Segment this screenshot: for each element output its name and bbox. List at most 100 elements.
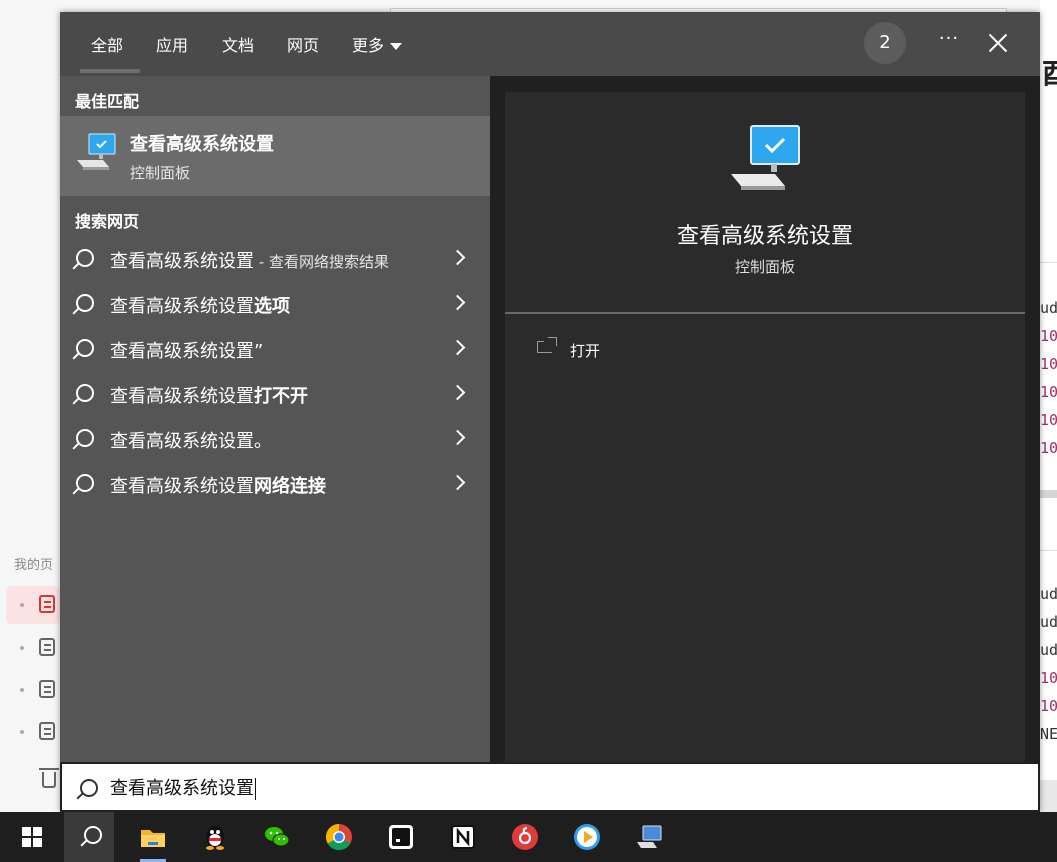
page-icon	[39, 680, 55, 698]
start-button[interactable]	[4, 812, 54, 862]
search-icon	[80, 779, 98, 797]
code-line: 10	[1040, 355, 1057, 373]
background-code-block: ud ud ud 10 10 NE	[1040, 550, 1057, 781]
background-code-block: ud 10 10 10 10 10	[1040, 262, 1057, 493]
background-page-item[interactable]	[6, 586, 60, 624]
page-icon	[39, 638, 55, 656]
search-icon	[76, 339, 94, 357]
search-icon	[76, 249, 94, 267]
play-icon	[574, 824, 600, 850]
chevron-right-icon	[449, 384, 466, 401]
web-suggestion[interactable]: 查看高级系统设置选项	[60, 283, 490, 325]
text-cursor	[255, 778, 256, 800]
chevron-right-icon	[449, 339, 466, 356]
open-action[interactable]: 打开	[505, 332, 1025, 368]
notion-icon	[451, 825, 475, 849]
search-button[interactable]	[64, 812, 114, 862]
best-match-heading: 最佳匹配	[75, 92, 140, 111]
wechat[interactable]	[252, 812, 302, 862]
file-explorer[interactable]	[128, 812, 178, 862]
background-editor-edge: 酉 ud 10 10 10 10 10 ud ud ud 10 10 NE	[1040, 0, 1057, 812]
suggestion-text: 查看高级系统设置。	[110, 431, 272, 452]
background-section-label: 我的页	[14, 558, 54, 573]
chevron-right-icon	[449, 249, 466, 266]
chevron-right-icon	[449, 474, 466, 491]
trash-icon[interactable]	[39, 768, 59, 788]
chrome[interactable]	[314, 812, 364, 862]
folder-icon	[141, 830, 165, 847]
web-suggestion[interactable]: 查看高级系统设置网络连接	[60, 463, 490, 505]
ellipsis-icon[interactable]: ···	[936, 26, 962, 52]
code-line: 10	[1040, 411, 1057, 429]
search-icon	[76, 429, 94, 447]
search-icon	[76, 294, 94, 312]
preview-pane: 查看高级系统设置 控制面板 打开	[505, 92, 1025, 762]
wechat-icon	[265, 827, 290, 847]
code-line: NE	[1040, 725, 1057, 743]
web-suggestion[interactable]: 查看高级系统设置 - 查看网络搜索结果	[60, 238, 490, 280]
search-panel: 全部 应用 文档 网页 更多 2 ··· 最佳匹配 查看高级系统设置 控制面板 …	[60, 12, 1040, 812]
tab-label: 网页	[287, 36, 320, 55]
tab-label: 应用	[156, 36, 189, 55]
background-page-item[interactable]	[6, 629, 60, 667]
close-icon[interactable]	[985, 30, 1011, 56]
terminal-icon	[389, 825, 413, 849]
best-match-item[interactable]: 查看高级系统设置 控制面板	[60, 116, 490, 196]
web-suggestion[interactable]: 查看高级系统设置打不开	[60, 373, 490, 415]
netease-music[interactable]	[500, 812, 550, 862]
tab-label: 更多	[352, 36, 385, 55]
monitor-icon	[637, 825, 662, 848]
penguin-icon	[206, 826, 224, 850]
rewards-badge[interactable]: 2	[864, 22, 906, 64]
search-tabs-bar: 全部 应用 文档 网页 更多 2 ···	[60, 12, 1040, 76]
open-action-label: 打开	[570, 342, 601, 360]
web-suggestion[interactable]: 查看高级系统设置”	[60, 328, 490, 370]
music-icon	[512, 824, 538, 850]
code-line: ud	[1040, 299, 1057, 317]
page-icon	[39, 595, 55, 613]
best-match-title: 查看高级系统设置	[130, 134, 274, 155]
best-match-subtitle: 控制面板	[130, 164, 191, 182]
suggestion-text: 查看高级系统设置网络连接	[110, 476, 326, 497]
background-sidebar: 我的页	[0, 540, 60, 812]
tab-label: 文档	[222, 36, 255, 55]
computer-monitor-icon	[77, 133, 116, 170]
tab-more[interactable]: 更多	[352, 32, 403, 56]
suggestion-text: 查看高级系统设置 - 查看网络搜索结果	[110, 251, 389, 272]
web-suggestion[interactable]: 查看高级系统设置。	[60, 418, 490, 460]
qq[interactable]	[190, 812, 240, 862]
code-line: 10	[1040, 383, 1057, 401]
background-page-item[interactable]	[6, 671, 60, 709]
tab-documents[interactable]: 文档	[222, 32, 254, 56]
code-line: 10	[1040, 697, 1057, 715]
background-heading-glyph: 酉	[1042, 57, 1057, 90]
video-player[interactable]	[562, 812, 612, 862]
tab-label: 全部	[91, 36, 124, 55]
suggestion-text: 查看高级系统设置”	[110, 341, 264, 362]
chevron-right-icon	[449, 429, 466, 446]
suggestion-text: 查看高级系统设置选项	[110, 296, 290, 317]
notion[interactable]	[438, 812, 488, 862]
code-line: ud	[1040, 585, 1057, 603]
terminal-app[interactable]	[376, 812, 426, 862]
computer-monitor-icon	[731, 125, 800, 190]
open-icon	[537, 337, 557, 353]
background-divider	[1040, 490, 1057, 498]
code-line: 10	[1040, 327, 1057, 345]
code-line: ud	[1040, 613, 1057, 631]
tab-all[interactable]: 全部	[79, 32, 141, 73]
background-divider	[1040, 780, 1057, 812]
background-page-item[interactable]	[6, 713, 60, 751]
tab-web[interactable]: 网页	[287, 32, 319, 56]
search-icon	[84, 826, 102, 844]
preview-divider	[505, 312, 1025, 314]
suggestion-text: 查看高级系统设置打不开	[110, 386, 308, 407]
tab-apps[interactable]: 应用	[156, 32, 188, 56]
preview-title: 查看高级系统设置	[676, 224, 853, 249]
remote-desktop[interactable]	[624, 812, 674, 862]
search-input[interactable]: 查看高级系统设置	[62, 764, 1038, 810]
chevron-down-icon	[390, 43, 403, 50]
search-query-text: 查看高级系统设置	[110, 778, 256, 800]
code-line: ud	[1040, 641, 1057, 659]
search-icon	[76, 384, 94, 402]
